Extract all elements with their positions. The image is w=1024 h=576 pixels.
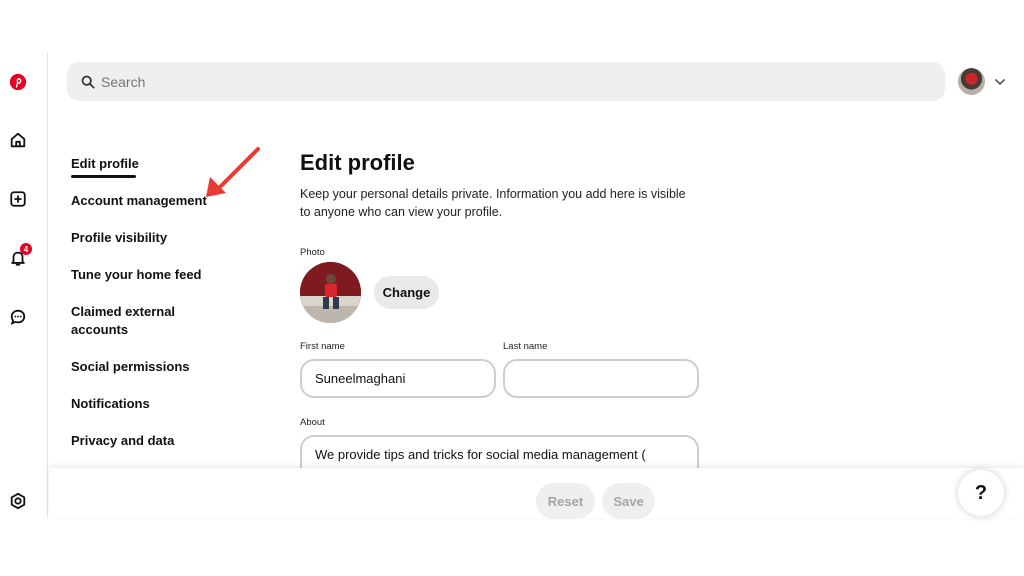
search-input[interactable]: Search <box>101 74 145 90</box>
nav-edit-profile[interactable]: Edit profile <box>71 155 139 173</box>
chevron-down-icon[interactable] <box>994 76 1006 88</box>
nav-notifications[interactable]: Notifications <box>71 395 150 413</box>
last-name-label: Last name <box>503 341 548 352</box>
first-name-label: First name <box>300 341 345 352</box>
help-icon: ? <box>974 481 988 504</box>
page-title: Edit profile <box>300 150 415 175</box>
last-name-field[interactable] <box>503 359 699 398</box>
change-photo-button[interactable]: Change <box>374 276 439 309</box>
nav-claimed-external-accounts[interactable]: Claimed external accounts <box>71 303 196 339</box>
home-icon[interactable] <box>6 128 30 152</box>
profile-photo <box>300 262 361 323</box>
nav-account-management[interactable]: Account management <box>71 192 207 210</box>
nav-profile-visibility[interactable]: Profile visibility <box>71 229 167 247</box>
page-description: Keep your personal details private. Info… <box>300 187 686 219</box>
search-icon <box>81 75 95 89</box>
search-bar[interactable]: Search <box>67 62 945 101</box>
help-button[interactable]: ? <box>958 470 1004 516</box>
nav-privacy-data[interactable]: Privacy and data <box>71 432 174 450</box>
left-rail: 4 <box>0 52 48 518</box>
about-label: About <box>300 417 325 428</box>
settings-icon[interactable] <box>6 489 30 513</box>
pinterest-logo-icon[interactable] <box>6 70 30 94</box>
nav-active-indicator <box>71 175 136 178</box>
create-icon[interactable] <box>6 187 30 211</box>
avatar[interactable] <box>958 68 985 95</box>
first-name-field[interactable]: Suneelmaghani <box>300 359 496 398</box>
notifications-icon[interactable]: 4 <box>6 243 32 270</box>
save-button[interactable]: Save <box>602 483 655 519</box>
annotation-arrow-icon <box>206 147 260 197</box>
nav-tune-home-feed[interactable]: Tune your home feed <box>71 266 202 284</box>
reset-button[interactable]: Reset <box>536 483 595 519</box>
nav-social-permissions[interactable]: Social permissions <box>71 358 190 376</box>
notification-badge: 4 <box>20 243 32 255</box>
photo-label: Photo <box>300 247 325 258</box>
messages-icon[interactable] <box>6 305 30 329</box>
